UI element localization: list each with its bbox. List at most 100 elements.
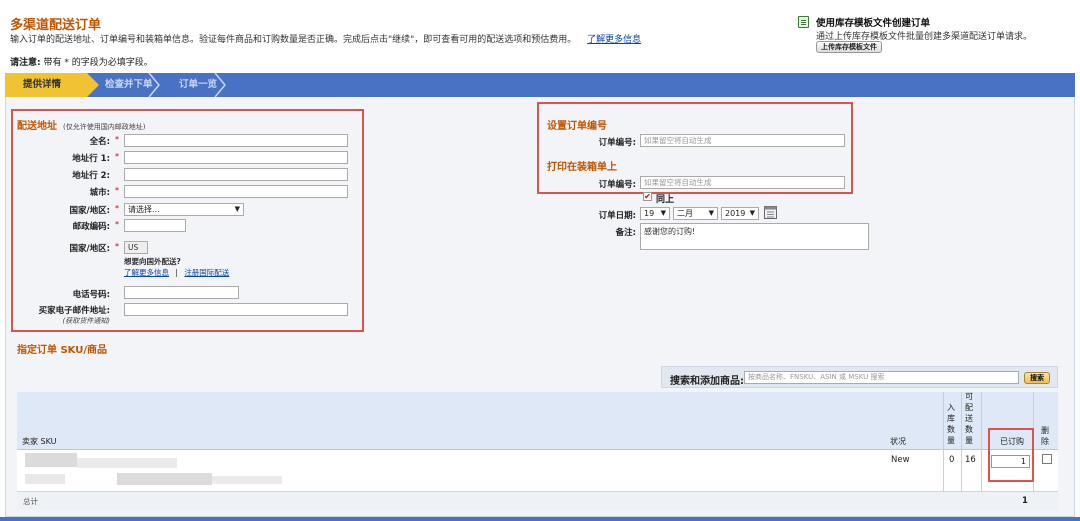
- required-note: 请注意: 带有 * 的字段为必填字段。: [10, 55, 153, 68]
- learn-more-link[interactable]: 了解更多信息: [587, 35, 641, 45]
- dropdown-arrow-icon: ▼: [234, 205, 240, 213]
- address-line2-input[interactable]: [124, 168, 348, 181]
- day-select[interactable]: 19 ▼: [640, 207, 670, 220]
- full-name-label: 全名:: [89, 137, 110, 147]
- search-label: 搜索和添加商品:: [670, 376, 744, 387]
- product-search-input[interactable]: 按商品名称、FNSKU、ASIN 或 MSKU 搜索: [744, 371, 1019, 384]
- country-region-label: 国家/地区:: [69, 206, 110, 216]
- address-title: 配送地址: [17, 121, 57, 132]
- dropdown-arrow-icon: ▼: [749, 209, 755, 217]
- postal-code-input[interactable]: [124, 219, 186, 232]
- address-line1-label: 地址行 1:: [72, 154, 110, 164]
- country-region-select[interactable]: 请选择... ▼: [124, 203, 244, 216]
- packing-order-number-input[interactable]: 如果留空将自动生成: [640, 176, 845, 189]
- column-delete: 删除: [1041, 426, 1049, 446]
- packing-slip-title: 打印在装箱单上: [547, 162, 617, 173]
- month-select[interactable]: 二月 ▼: [673, 207, 718, 220]
- column-divider: [961, 450, 962, 492]
- row-inbound: 0: [949, 455, 955, 465]
- address-line2-label: 地址行 2:: [72, 171, 110, 181]
- step-chevron-icon: [214, 73, 226, 97]
- row-condition: New: [891, 455, 910, 465]
- column-divider: [943, 392, 944, 450]
- intl-register-link[interactable]: 注册国际配送: [184, 268, 229, 277]
- page-description: 输入订单的配送地址、订单编号和装箱单信息。验证每件商品和订购数量是否正确。完成后…: [10, 32, 641, 45]
- phone-label: 电话号码:: [72, 290, 110, 300]
- city-label: 城市:: [89, 188, 110, 198]
- column-inbound: 入库数量: [947, 403, 955, 445]
- required-mark: *: [115, 186, 119, 195]
- address-section-title: 配送地址 (仅允许使用国内邮政地址): [17, 117, 145, 132]
- required-mark: *: [115, 220, 119, 229]
- month-value: 二月: [677, 209, 693, 218]
- required-mark: *: [115, 135, 119, 144]
- dropdown-arrow-icon: ▼: [708, 209, 714, 217]
- upload-template-button[interactable]: 上传库存模板文件: [816, 41, 882, 53]
- packing-order-number-label: 订单编号:: [598, 180, 636, 190]
- spreadsheet-icon: [798, 16, 809, 28]
- product-search-bar: 搜索和添加商品: 按商品名称、FNSKU、ASIN 或 MSKU 搜索 搜索: [661, 366, 1058, 388]
- column-sku: 卖家 SKU: [22, 437, 57, 446]
- intl-links: 了解更多信息 | 注册国际配送: [124, 267, 229, 278]
- day-value: 19: [644, 209, 655, 218]
- phone-input[interactable]: [124, 286, 239, 299]
- buyer-email-input[interactable]: [124, 303, 348, 316]
- template-title: 使用库存模板文件创建订单: [816, 18, 931, 29]
- required-mark: *: [115, 152, 119, 161]
- column-divider: [981, 392, 982, 450]
- bottom-bar: [0, 517, 1080, 521]
- column-divider: [961, 392, 962, 450]
- redacted-title: [25, 474, 65, 484]
- order-number-title: 设置订单编号: [547, 121, 607, 132]
- order-number-label: 订单编号:: [598, 138, 636, 148]
- address-subtitle: (仅允许使用国内邮政地址): [63, 123, 146, 131]
- calendar-icon[interactable]: [764, 206, 777, 219]
- country-select-value: 请选择...: [128, 205, 160, 214]
- buyer-email-label: 买家电子邮件地址:: [38, 306, 110, 316]
- search-button[interactable]: 搜索: [1024, 372, 1050, 384]
- step-chevron-icon: [148, 73, 160, 97]
- sku-table-footer: 总计 1: [17, 492, 1058, 510]
- country-code-field: US: [124, 241, 148, 254]
- country-region-label-2: 国家/地区:: [69, 244, 110, 254]
- intl-learn-more-link[interactable]: 了解更多信息: [124, 268, 169, 277]
- buyer-email-note: (获取货件通知): [62, 317, 110, 325]
- full-name-input[interactable]: [124, 134, 348, 147]
- column-available: 可配送数量: [965, 392, 973, 445]
- intl-separator: |: [175, 268, 178, 277]
- ordered-highlight-box: [988, 428, 1034, 482]
- dropdown-arrow-icon: ▼: [660, 209, 666, 217]
- packing-order-number-placeholder: 如果留空将自动生成: [644, 178, 712, 187]
- intl-question: 想要向国外配送?: [124, 257, 181, 266]
- step-provide-details: 提供详情: [5, 73, 99, 97]
- address-line1-input[interactable]: [124, 151, 348, 164]
- required-mark: *: [115, 242, 119, 251]
- order-number-placeholder: 如果留空将自动生成: [644, 136, 712, 145]
- note-textarea[interactable]: 感谢您的订购!: [640, 223, 869, 250]
- postal-code-label: 邮政编码:: [72, 222, 110, 232]
- year-select[interactable]: 2019 ▼: [721, 207, 759, 220]
- redacted-title: [117, 473, 212, 485]
- same-as-above-label: 同上: [656, 195, 675, 205]
- products-section-title: 指定订单 SKU/商品: [17, 345, 108, 356]
- required-mark: *: [115, 204, 119, 213]
- column-divider: [981, 450, 982, 492]
- order-date-label: 订单日期:: [598, 211, 636, 221]
- year-value: 2019: [725, 209, 746, 218]
- required-note-text: 带有 * 的字段为必填字段。: [43, 58, 153, 68]
- table-row: New 0 16 1: [17, 450, 1058, 492]
- redacted-sku: [77, 458, 177, 468]
- delete-checkbox[interactable]: [1042, 454, 1052, 464]
- search-placeholder: 按商品名称、FNSKU、ASIN 或 MSKU 搜索: [748, 373, 885, 381]
- row-available: 16: [965, 455, 976, 465]
- city-input[interactable]: [124, 185, 348, 198]
- note-value: 感谢您的订购!: [644, 227, 696, 236]
- column-condition: 状况: [890, 437, 906, 446]
- same-as-above-checkbox[interactable]: ✔: [643, 192, 652, 201]
- progress-steps: 提供详情 检查并下单 订单一览: [5, 73, 1075, 97]
- description-text: 输入订单的配送地址、订单编号和装箱单信息。验证每件商品和订购数量是否正确。完成后…: [10, 35, 577, 45]
- required-note-label: 请注意:: [10, 58, 41, 68]
- footer-total-label: 总计: [23, 497, 38, 506]
- sku-table-header: 卖家 SKU 状况 入库数量 可配送数量 已订购 删除: [17, 392, 1058, 450]
- order-number-input[interactable]: 如果留空将自动生成: [640, 134, 845, 147]
